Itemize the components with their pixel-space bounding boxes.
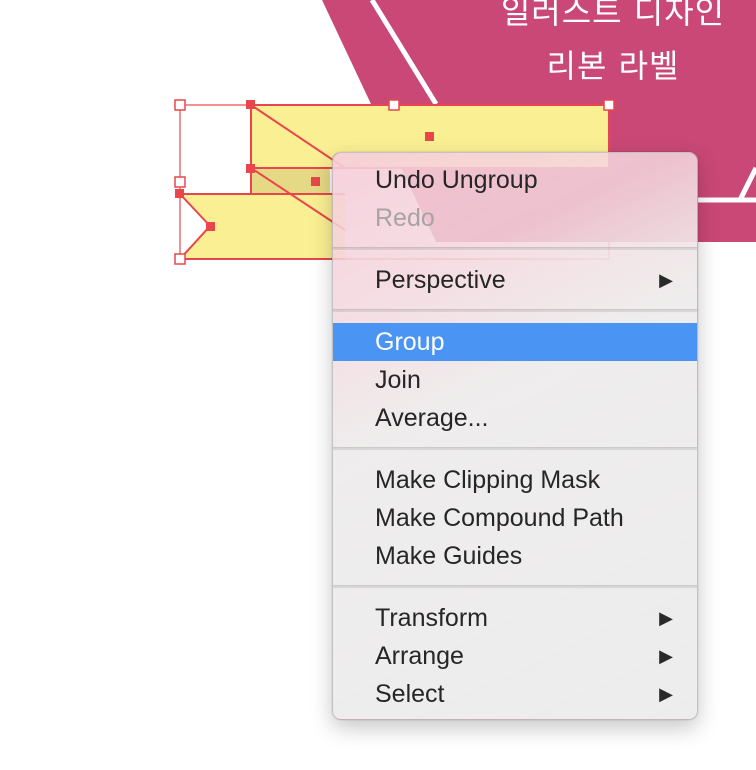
handle-top-right[interactable]	[603, 99, 615, 111]
menu-item-average[interactable]: Average...	[333, 399, 697, 437]
anchor-point[interactable]	[175, 189, 184, 198]
menu-item-arrange[interactable]: Arrange ▶	[333, 637, 697, 675]
menu-item-label: Average...	[375, 404, 489, 432]
handle-bottom-left[interactable]	[174, 253, 186, 265]
menu-separator	[333, 247, 697, 251]
menu-item-label: Join	[375, 366, 421, 394]
menu-item-label: Make Compound Path	[375, 504, 624, 532]
menu-item-make-compound-path[interactable]: Make Compound Path	[333, 499, 697, 537]
menu-item-label: Transform	[375, 604, 488, 632]
menu-separator	[333, 585, 697, 589]
anchor-point[interactable]	[246, 164, 255, 173]
submenu-arrow-icon: ▶	[659, 270, 673, 290]
menu-item-label: Redo	[375, 204, 435, 232]
submenu-arrow-icon: ▶	[659, 646, 673, 666]
menu-item-group[interactable]: Group	[333, 323, 697, 361]
handle-middle-left[interactable]	[174, 176, 186, 188]
menu-item-select[interactable]: Select ▶	[333, 675, 697, 713]
menu-item-perspective[interactable]: Perspective ▶	[333, 261, 697, 299]
menu-item-label: Select	[375, 680, 445, 708]
anchor-point[interactable]	[425, 132, 434, 141]
menu-item-label: Group	[375, 328, 445, 356]
anchor-point[interactable]	[246, 100, 255, 109]
handle-top-middle[interactable]	[388, 99, 400, 111]
anchor-point[interactable]	[206, 222, 215, 231]
menu-item-redo: Redo	[333, 199, 697, 237]
menu-item-undo-ungroup[interactable]: Undo Ungroup	[333, 161, 697, 199]
menu-item-transform[interactable]: Transform ▶	[333, 599, 697, 637]
menu-item-join[interactable]: Join	[333, 361, 697, 399]
handle-top-left[interactable]	[174, 99, 186, 111]
menu-item-label: Make Guides	[375, 542, 523, 570]
illustrator-canvas[interactable]: 일러스트 디자인 리본 라벨 Undo Ungroup Redo Perspec…	[0, 0, 756, 770]
ribbon-tail[interactable]	[180, 194, 345, 259]
menu-item-make-guides[interactable]: Make Guides	[333, 537, 697, 575]
context-menu: Undo Ungroup Redo Perspective ▶ Group Jo…	[332, 152, 698, 720]
submenu-arrow-icon: ▶	[659, 684, 673, 704]
menu-separator	[333, 309, 697, 313]
anchor-point[interactable]	[311, 177, 320, 186]
menu-item-label: Undo Ungroup	[375, 166, 538, 194]
menu-separator	[333, 447, 697, 451]
menu-item-label: Make Clipping Mask	[375, 466, 601, 494]
submenu-arrow-icon: ▶	[659, 608, 673, 628]
menu-item-make-clipping-mask[interactable]: Make Clipping Mask	[333, 461, 697, 499]
menu-item-label: Arrange	[375, 642, 464, 670]
menu-item-label: Perspective	[375, 266, 506, 294]
